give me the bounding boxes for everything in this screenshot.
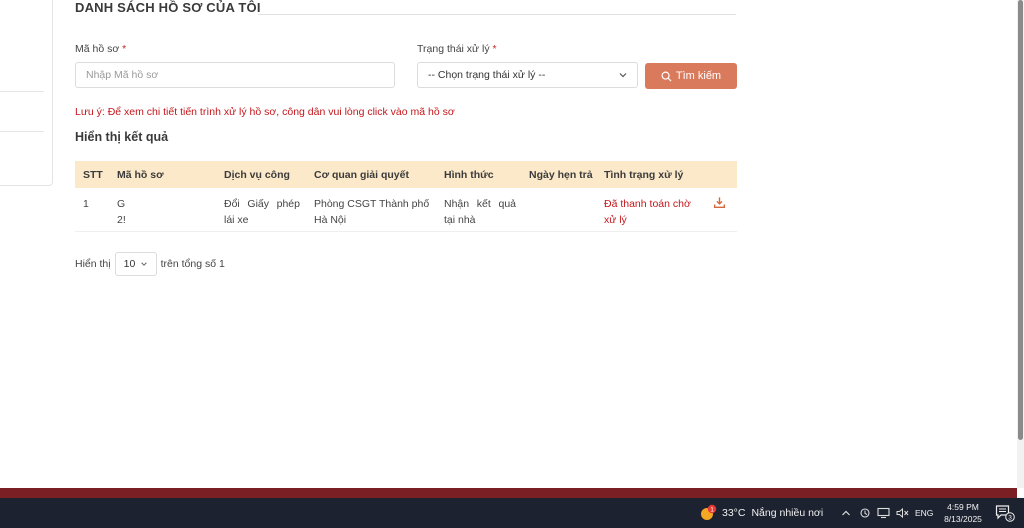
system-clock[interactable]: 4:59 PM 8/13/2025: [940, 501, 986, 525]
row-agency: Phòng CSGT Thành phố Hà Nội: [314, 198, 430, 226]
code-search-input[interactable]: [75, 62, 395, 88]
table-header: STT Mã hồ sơ Dịch vụ công Cơ quan giải q…: [75, 161, 737, 188]
sidebar-divider: [0, 91, 44, 92]
notification-count: 3: [1008, 515, 1012, 522]
row-form: Nhận kết quả tại nhà: [444, 198, 516, 226]
pager-total: trên tổng số 1: [160, 258, 225, 270]
status-select-value: -- Chọn trạng thái xử lý --: [428, 69, 546, 81]
download-icon[interactable]: [713, 196, 726, 209]
clock-date: 8/13/2025: [944, 514, 982, 524]
search-button[interactable]: Tìm kiếm: [645, 63, 737, 89]
language-indicator[interactable]: ENG: [915, 498, 933, 528]
column-header-status: Tình trạng xử lý: [604, 168, 684, 181]
pagination: Hiển thị 10 trên tổng số 1: [75, 252, 225, 276]
scrollbar-thumb[interactable]: [1018, 0, 1023, 440]
required-mark: *: [492, 43, 497, 55]
status-field-label: Trạng thái xử lý *: [417, 43, 497, 55]
weather-sun-icon: 1: [701, 504, 717, 520]
row-code-line: 2!: [117, 214, 126, 226]
meet-now-icon[interactable]: [859, 507, 871, 519]
column-header-agency: Cơ quan giải quyết: [314, 168, 409, 181]
page-title: DANH SÁCH HỒ SƠ CỦA TÔI: [75, 0, 261, 15]
chevron-down-icon: [619, 73, 627, 78]
clock-time: 4:59 PM: [947, 502, 979, 512]
notification-icon: 3: [995, 505, 1015, 522]
column-header-form: Hình thức: [444, 168, 494, 181]
weather-temperature: 33°C: [722, 507, 746, 519]
notice-text: Lưu ý: Để xem chi tiết tiến trình xử lý …: [75, 106, 455, 118]
chevron-down-icon: [140, 262, 147, 266]
tray-icons: [841, 498, 909, 528]
row-stt: 1: [83, 198, 89, 210]
page-size-value: 10: [123, 258, 136, 270]
code-label-text: Mã hồ sơ: [75, 43, 120, 55]
network-icon[interactable]: [877, 507, 890, 519]
weather-description: Nắng nhiều nơi: [751, 507, 824, 519]
table-row: 1 G 2! Đổi Giấy phép lái xe Phòng CSGT T…: [75, 188, 737, 232]
page-scrollbar[interactable]: [1017, 0, 1024, 488]
status-label-text: Trạng thái xử lý: [417, 43, 490, 55]
chevron-up-icon[interactable]: [841, 508, 851, 518]
required-mark: *: [122, 43, 127, 55]
column-header-due-date: Ngày hẹn trả: [529, 168, 593, 181]
search-button-label: Tìm kiếm: [675, 70, 722, 82]
site-footer-strip: [0, 488, 1017, 498]
row-code-line: G: [117, 198, 126, 210]
pager-prefix: Hiển thị: [75, 258, 111, 270]
sidebar-divider: [0, 131, 44, 132]
title-divider: [258, 14, 736, 15]
code-field-label: Mã hồ sơ *: [75, 43, 126, 55]
volume-muted-icon[interactable]: [896, 507, 909, 519]
column-header-stt: STT: [83, 168, 103, 181]
page-size-select[interactable]: 10: [114, 252, 157, 276]
notification-center-button[interactable]: 3: [995, 498, 1015, 528]
status-select[interactable]: -- Chọn trạng thái xử lý --: [417, 62, 638, 88]
weather-badge: 1: [710, 506, 714, 513]
left-sidebar-panel: [0, 0, 53, 186]
row-code-link[interactable]: G 2!: [117, 196, 207, 228]
row-service: Đổi Giấy phép lái xe: [224, 198, 300, 226]
results-heading: Hiển thị kết quả: [75, 130, 169, 144]
weather-widget[interactable]: 1 33°C Nắng nhiều nơi: [698, 498, 823, 528]
column-header-service: Dịch vụ công: [224, 168, 290, 181]
row-status: Đã thanh toán chờ xử lý: [604, 198, 691, 226]
os-taskbar: 1 33°C Nắng nhiều nơi ENG 4:59 PM 8/13/2…: [0, 498, 1024, 528]
search-icon: [661, 71, 672, 82]
results-table: STT Mã hồ sơ Dịch vụ công Cơ quan giải q…: [75, 161, 737, 232]
column-header-code: Mã hồ sơ: [117, 168, 164, 181]
